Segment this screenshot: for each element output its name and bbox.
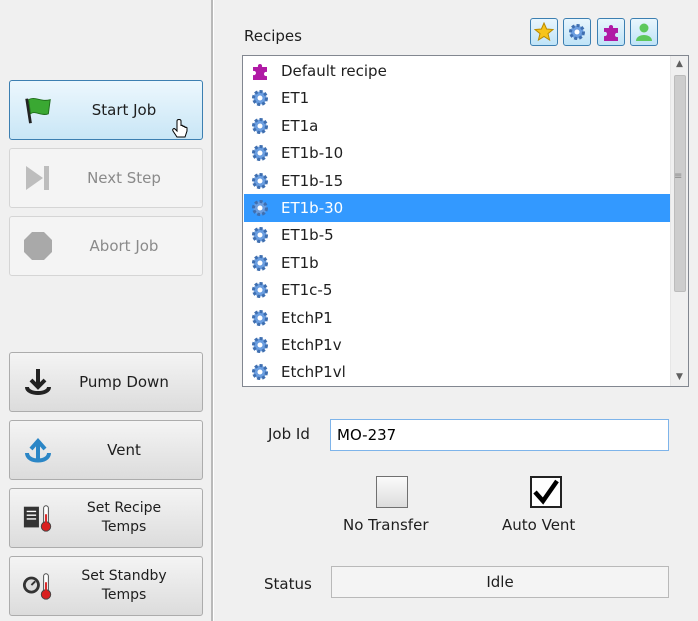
scroll-up-arrow-icon[interactable]: ▲: [671, 56, 688, 73]
recipe-label: ET1b-5: [281, 226, 334, 245]
set-standby-temps-line2: Temps: [101, 587, 147, 603]
recipe-list-item[interactable]: EtchP1v: [244, 331, 672, 359]
recipe-list-item[interactable]: EtchP1vl: [244, 358, 672, 386]
user-button[interactable]: [630, 18, 658, 46]
recipe-label: ET1a: [281, 116, 319, 135]
abort-job-button[interactable]: Abort Job: [9, 216, 203, 276]
recipe-label: EtchP1v: [281, 336, 342, 354]
next-step-button[interactable]: Next Step: [9, 148, 203, 208]
gear-icon: [249, 142, 271, 164]
recipe-label: EtchP1vl: [281, 363, 346, 382]
recipe-label: Default recipe: [281, 62, 387, 80]
recipes-scrollbar[interactable]: ▲ ≡ ▼: [670, 56, 688, 386]
gear-icon: [249, 224, 271, 246]
recipes-title: Recipes: [244, 27, 302, 45]
user-icon: [636, 23, 652, 41]
settings-button[interactable]: [563, 18, 591, 46]
gauge-thermometer-icon: [22, 570, 54, 602]
gear-icon: [249, 361, 271, 383]
recipe-label: ET1b-10: [281, 144, 344, 163]
recipe-list-item[interactable]: EtchP1: [244, 304, 672, 332]
stop-octagon-icon: [22, 230, 54, 262]
gear-icon: [569, 24, 585, 40]
gear-icon: [249, 170, 271, 192]
recipe-list-item[interactable]: ET1b-5: [244, 221, 672, 249]
auto-vent-label: Auto Vent: [502, 516, 576, 534]
recipe-list-item[interactable]: ET1b-10: [244, 139, 672, 167]
recipe-label: ET1b-15: [281, 171, 344, 190]
plugins-button[interactable]: [597, 18, 625, 46]
recipe-list-item[interactable]: Default recipe: [244, 57, 672, 85]
skip-forward-icon: [22, 162, 54, 194]
gear-icon: [249, 197, 271, 219]
status-value: Idle: [331, 566, 669, 598]
scroll-grip-icon: ≡: [674, 171, 683, 182]
gear-icon: [249, 87, 271, 109]
job-control-panel: Start Job Next Step Abort Job Pump Down …: [0, 0, 211, 621]
no-transfer-label: No Transfer: [343, 516, 429, 534]
puzzle-icon: [249, 60, 271, 82]
document-thermometer-icon: [22, 502, 54, 534]
pump-down-arrow-icon: [22, 366, 54, 398]
set-standby-temps-line1: Set Standby: [81, 568, 167, 584]
star-icon: [534, 22, 554, 42]
recipe-list-item[interactable]: ET1b: [244, 249, 672, 277]
vent-arrow-icon: [22, 434, 54, 466]
auto-vent-checkbox[interactable]: [530, 476, 562, 508]
scroll-thumb[interactable]: [674, 75, 686, 292]
no-transfer-checkbox[interactable]: [376, 476, 408, 508]
recipe-label: ET1c-5: [281, 281, 333, 300]
recipe-list-item[interactable]: ET1b-30: [244, 194, 672, 222]
recipe-label: ET1b-30: [281, 199, 344, 217]
set-recipe-temps-line1: Set Recipe: [86, 500, 162, 516]
gear-icon: [249, 252, 271, 274]
gear-icon: [249, 279, 271, 301]
gear-icon: [249, 334, 271, 356]
vent-button[interactable]: Vent: [9, 420, 203, 480]
set-standby-temps-button[interactable]: Set Standby Temps: [9, 556, 203, 616]
scroll-down-arrow-icon[interactable]: ▼: [671, 369, 688, 386]
recipe-list-item[interactable]: ET1: [244, 84, 672, 112]
recipe-list-item[interactable]: ET1a: [244, 112, 672, 140]
job-id-label: Job Id: [268, 425, 310, 443]
recipe-list-item[interactable]: ET1b-15: [244, 167, 672, 195]
pump-down-button[interactable]: Pump Down: [9, 352, 203, 412]
status-label: Status: [264, 575, 312, 593]
recipe-list-item[interactable]: ET1c-5: [244, 276, 672, 304]
hand-cursor-icon: [172, 119, 188, 138]
recipes-list[interactable]: Default recipe ET1 ET1a ET1b-10 ET1b-15 ET1b-…: [242, 55, 689, 387]
gear-icon: [249, 307, 271, 329]
set-recipe-temps-line2: Temps: [101, 519, 147, 535]
favorites-button[interactable]: [530, 18, 558, 46]
recipe-label: ET1b: [281, 253, 319, 272]
set-recipe-temps-button[interactable]: Set Recipe Temps: [9, 488, 203, 548]
recipe-label: ET1: [281, 89, 310, 108]
recipe-label: EtchP1: [281, 308, 333, 327]
green-flag-icon: [22, 94, 54, 126]
pane-divider[interactable]: [211, 0, 214, 621]
puzzle-icon: [604, 25, 618, 41]
job-id-input[interactable]: [330, 419, 669, 451]
checkmark-icon: [533, 479, 559, 505]
gear-icon: [249, 115, 271, 137]
